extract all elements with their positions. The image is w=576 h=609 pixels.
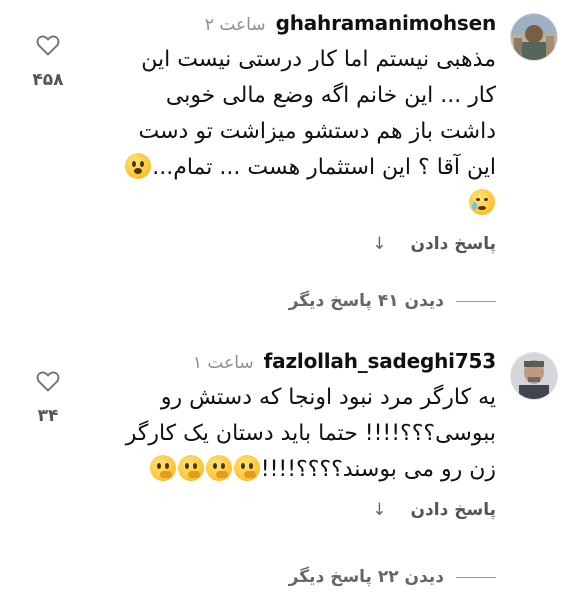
comment: ghahramanimohsen ۲ ساعت مذهبی نیستم اما … xyxy=(0,0,576,340)
like-section: ۳۴ xyxy=(25,370,71,426)
reply-button[interactable]: پاسخ دادن xyxy=(411,234,496,254)
comment-line: ببوسی؟؟؟!!!! حتما باید دستان یک کارگر xyxy=(125,421,496,446)
comment-actions: پاسخ دادن ↓ xyxy=(372,500,496,520)
translate-icon[interactable]: ↓ xyxy=(372,500,386,520)
comment-line: زن رو می بوسند؟؟؟؟!!!! xyxy=(76,452,496,488)
divider xyxy=(456,576,496,578)
like-count: ۴۵۸ xyxy=(32,70,64,90)
thinking-face-icon xyxy=(205,455,232,481)
avatar[interactable] xyxy=(510,13,558,61)
view-replies[interactable]: دیدن ۲۲ پاسخ دیگر xyxy=(289,567,496,587)
comment-meta: ghahramanimohsen ۲ ساعت xyxy=(205,11,496,37)
thinking-face-icon xyxy=(233,455,260,481)
translate-icon[interactable]: ↓ xyxy=(372,234,386,254)
comment: fazlollah_sadeghi753 ۱ ساعت یه کارگر مرد… xyxy=(0,340,576,609)
like-section: ۴۵۸ xyxy=(25,34,71,90)
comment-line: این آقا ؟ این استثمار هست ... تمام... xyxy=(76,150,496,186)
username[interactable]: ghahramanimohsen xyxy=(276,11,497,35)
timestamp: ۱ ساعت xyxy=(192,353,254,373)
comment-line: کار ... این خانم اگه وضع مالی خوبی xyxy=(165,83,496,108)
view-replies-label[interactable]: دیدن ۲۲ پاسخ دیگر xyxy=(289,567,444,587)
surprised-face-icon xyxy=(125,153,152,179)
comment-text: مذهبی نیستم اما کار درستی نیست این کار .… xyxy=(76,42,496,222)
like-count: ۳۴ xyxy=(37,406,59,426)
comment-line-text: این آقا ؟ این استثمار هست ... تمام... xyxy=(152,155,496,180)
username[interactable]: fazlollah_sadeghi753 xyxy=(264,349,497,373)
view-replies-label[interactable]: دیدن ۴۱ پاسخ دیگر xyxy=(289,291,444,311)
comment-text: یه کارگر مرد نبود اونجا که دستش رو ببوسی… xyxy=(76,380,496,488)
reply-button[interactable]: پاسخ دادن xyxy=(411,500,496,520)
avatar-image xyxy=(511,14,557,60)
crying-face-icon xyxy=(469,189,495,215)
comment-line: یه کارگر مرد نبود اونجا که دستش رو xyxy=(160,385,496,410)
thinking-face-icon xyxy=(177,455,204,481)
comment-actions: پاسخ دادن ↓ xyxy=(372,234,496,254)
view-replies[interactable]: دیدن ۴۱ پاسخ دیگر xyxy=(289,291,496,311)
comment-line: مذهبی نیستم اما کار درستی نیست این xyxy=(141,47,496,72)
comment-line xyxy=(76,186,496,222)
heart-outline-icon[interactable] xyxy=(36,34,60,56)
divider xyxy=(456,300,496,302)
comment-meta: fazlollah_sadeghi753 ۱ ساعت xyxy=(193,349,496,375)
heart-outline-icon[interactable] xyxy=(36,370,60,392)
avatar[interactable] xyxy=(510,352,558,400)
comment-line-text: زن رو می بوسند؟؟؟؟!!!! xyxy=(260,457,496,482)
comment-line: داشت باز هم دستشو میزاشت تو دست xyxy=(138,119,497,144)
timestamp: ۲ ساعت xyxy=(204,15,266,35)
avatar-image xyxy=(511,353,557,399)
thinking-face-icon xyxy=(149,455,176,481)
